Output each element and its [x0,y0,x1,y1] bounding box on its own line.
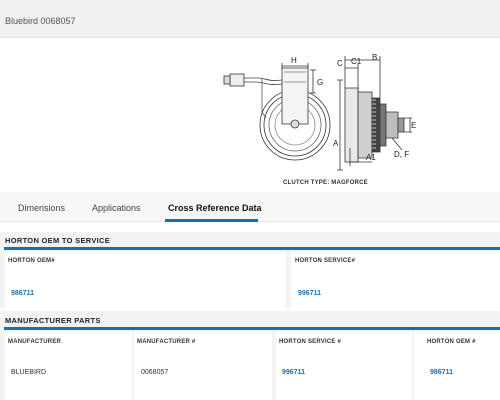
oem-table: HORTON OEM# 986711 HORTON SERVICE# 99671… [0,250,500,308]
section-header-manufacturer-parts: MANUFACTURER PARTS [0,311,500,327]
dim-label-a1: A1 [366,153,376,162]
tab-dimensions[interactable]: Dimensions [18,203,65,213]
tab-bar: Dimensions Applications Cross Reference … [0,192,500,222]
oem-column-card: HORTON OEM# 986711 [5,252,286,308]
dim-label-c: C [337,59,343,68]
dim-label-b: B [372,53,377,62]
horton-service-link[interactable]: 996711 [298,290,321,297]
manufacturer-number: 0068057 [141,369,169,376]
section-title-manufacturer-parts: MANUFACTURER PARTS [5,316,101,325]
clutch-drawing: H G C C1 B A A1 D, F E [223,53,416,171]
horton-service-link[interactable]: 996711 [282,369,305,376]
tab-cross-reference-data[interactable]: Cross Reference Data [168,203,262,213]
dim-label-g: G [317,78,323,87]
page-title: Bluebird 0068057 [5,16,76,26]
dim-label-c1: C1 [351,57,362,66]
clutch-diagram: H G C C1 B A A1 D, F E [0,38,500,188]
column-header: HORTON OEM# [8,258,55,264]
active-tab-indicator [165,219,258,222]
column-header: HORTON OEM # [427,339,476,345]
horton-oem-link[interactable]: 986711 [430,369,453,376]
dim-label-df: D, F [394,150,409,159]
diagram-caption: CLUTCH TYPE: MAGFORCE [283,180,368,186]
manufacturer-table: MANUFACTURER BLUEBIRD MANUFACTURER # 006… [0,330,500,400]
horton-oem-link[interactable]: 986711 [11,290,34,297]
manufacturer-name: BLUEBIRD [11,369,47,376]
section-header-oem-to-service: HORTON OEM TO SERVICE [0,232,500,248]
dim-label-e: E [411,121,416,130]
manufacturer-number-column-card: MANUFACTURER # 0068057 [134,332,272,400]
column-header: HORTON SERVICE# [295,258,356,264]
dim-label-a: A [333,139,339,148]
tab-applications[interactable]: Applications [92,203,141,213]
column-header: HORTON SERVICE # [279,339,341,345]
column-header: MANUFACTURER # [137,339,196,345]
horton-oem-column-card: HORTON OEM # 986711 [414,332,500,400]
manufacturer-column-card: MANUFACTURER BLUEBIRD [5,332,132,400]
horton-service-column-card: HORTON SERVICE # 996711 [276,332,412,400]
column-header: MANUFACTURER [8,339,62,345]
dim-label-h: H [291,56,297,65]
section-title-oem-to-service: HORTON OEM TO SERVICE [5,236,111,245]
service-column-card: HORTON SERVICE# 996711 [291,252,500,308]
title-bar: Bluebird 0068057 [0,0,500,38]
